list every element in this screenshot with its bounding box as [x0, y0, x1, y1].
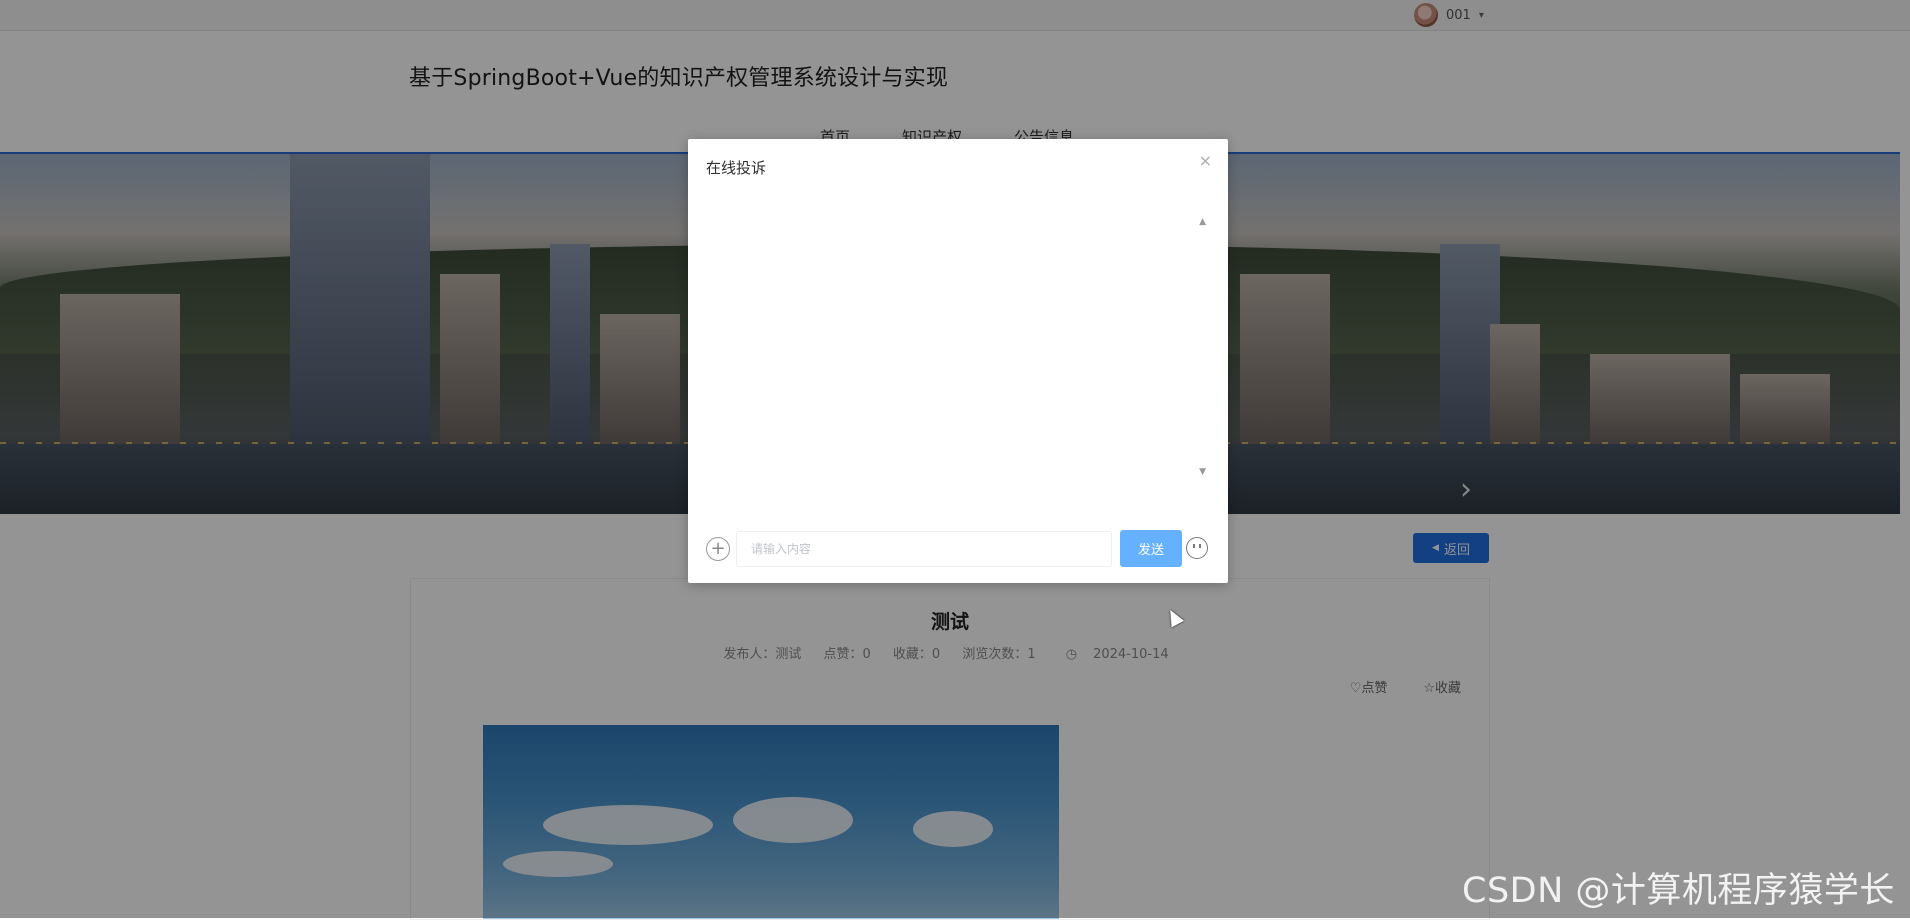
- message-input[interactable]: [736, 531, 1112, 567]
- close-icon[interactable]: ×: [1199, 153, 1212, 169]
- scroll-down-icon[interactable]: ▼: [1199, 467, 1206, 477]
- add-attachment-icon[interactable]: +: [706, 537, 730, 561]
- complaint-dialog: 在线投诉 × ▲ ▼ + 发送: [688, 139, 1228, 583]
- emoji-icon[interactable]: [1186, 537, 1208, 559]
- send-button[interactable]: 发送: [1120, 530, 1182, 567]
- scroll-up-icon[interactable]: ▲: [1199, 217, 1206, 227]
- dialog-title: 在线投诉: [706, 159, 767, 177]
- watermark: CSDN @计算机程序猿学长: [1462, 871, 1895, 911]
